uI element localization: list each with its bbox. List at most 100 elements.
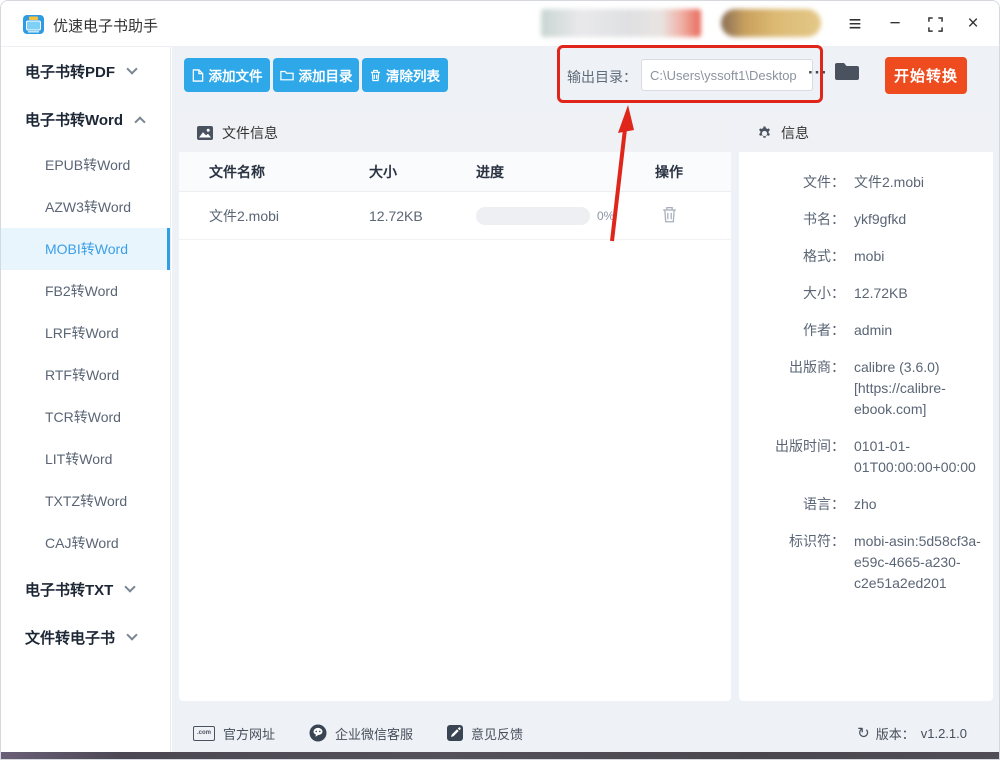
output-dir-label: 输出目录： xyxy=(567,67,637,87)
add-file-label: 添加文件 xyxy=(209,65,263,85)
sidebar-item-label: LIT转Word xyxy=(45,449,112,469)
info-row-size: 大小： 12.72KB xyxy=(739,283,983,304)
version-label: 版本： xyxy=(876,724,915,743)
info-label: 文件： xyxy=(739,172,845,193)
info-panel-title: 信息 xyxy=(781,123,809,143)
column-size: 大小 xyxy=(369,162,469,182)
file-panel-title: 文件信息 xyxy=(222,123,278,143)
info-row-publish-time: 出版时间： 0101-01-01T00:00:00+00:00 xyxy=(739,436,983,478)
output-dir-input[interactable] xyxy=(641,59,813,91)
sidebar-item-label: CAJ转Word xyxy=(45,533,119,553)
info-value: 12.72KB xyxy=(854,283,983,304)
delete-file-button[interactable] xyxy=(660,204,679,228)
column-actions: 操作 xyxy=(629,162,709,182)
file-icon xyxy=(192,69,204,82)
info-row-format: 格式： mobi xyxy=(739,246,983,267)
sidebar-item-lrf-to-word[interactable]: LRF转Word xyxy=(1,312,170,354)
info-label: 出版商： xyxy=(739,357,845,420)
chevron-down-icon xyxy=(126,63,137,74)
app-logo-icon xyxy=(23,14,44,35)
actions-cell xyxy=(629,204,709,228)
info-row-file: 文件： 文件2.mobi xyxy=(739,172,983,193)
minimize-icon[interactable]: − xyxy=(882,1,908,47)
clear-list-button[interactable]: 清除列表 xyxy=(362,58,448,92)
blurred-vip-button[interactable] xyxy=(721,9,821,37)
sidebar-item-label: AZW3转Word xyxy=(45,197,131,217)
folder-icon xyxy=(280,69,294,81)
sidebar-group-label: 电子书转TXT xyxy=(25,579,113,600)
info-row-book-name: 书名： ykf9gfkd xyxy=(739,209,983,230)
progress-cell: 0% xyxy=(469,207,629,225)
sidebar-item-caj-to-word[interactable]: CAJ转Word xyxy=(1,522,170,564)
column-file-name: 文件名称 xyxy=(179,162,369,182)
check-update-icon[interactable]: ↻ xyxy=(857,724,870,742)
sidebar-item-label: MOBI转Word xyxy=(45,239,128,259)
sidebar-item-label: LRF转Word xyxy=(45,323,119,343)
more-options-dots[interactable]: ··· xyxy=(803,63,833,83)
table-header: 文件名称 大小 进度 操作 xyxy=(179,152,731,192)
feedback-pencil-icon xyxy=(447,725,463,741)
chevron-down-icon xyxy=(125,581,136,592)
file-name-cell: 文件2.mobi xyxy=(179,206,369,226)
info-panel-header: 信息 xyxy=(739,114,993,152)
sidebar-item-rtf-to-word[interactable]: RTF转Word xyxy=(1,354,170,396)
sidebar-group-ebook-to-word[interactable]: 电子书转Word xyxy=(1,98,170,140)
sidebar-group-label: 电子书转PDF xyxy=(25,61,115,82)
column-progress: 进度 xyxy=(469,162,629,182)
trash-icon xyxy=(370,69,381,82)
start-convert-button[interactable]: 开始转换 xyxy=(885,57,967,94)
close-icon[interactable]: × xyxy=(960,1,986,47)
chat-support-icon xyxy=(309,724,327,742)
trash-icon xyxy=(662,206,677,223)
sidebar-item-mobi-to-word[interactable]: MOBI转Word xyxy=(1,228,170,270)
sidebar-item-label: TCR转Word xyxy=(45,407,121,427)
app-window: 优速电子书助手 ≡ − × 电子书转PDF 电子书转Word EPUB转Word… xyxy=(0,0,1000,760)
blurred-promo-banner[interactable] xyxy=(541,9,701,37)
info-value: 文件2.mobi xyxy=(854,172,983,193)
official-website-link[interactable]: .com 官方网址 xyxy=(193,724,275,743)
browse-folder-button[interactable] xyxy=(833,61,861,85)
sidebar-item-txtz-to-word[interactable]: TXTZ转Word xyxy=(1,480,170,522)
sidebar-item-azw3-to-word[interactable]: AZW3转Word xyxy=(1,186,170,228)
feedback-link[interactable]: 意见反馈 xyxy=(447,724,523,743)
info-value: ykf9gfkd xyxy=(854,209,983,230)
chevron-up-icon xyxy=(134,116,145,127)
file-panel-header: 文件信息 xyxy=(179,114,731,152)
add-file-button[interactable]: 添加文件 xyxy=(184,58,270,92)
chevron-down-icon xyxy=(126,629,137,640)
gear-icon xyxy=(757,126,772,141)
add-folder-label: 添加目录 xyxy=(299,65,353,85)
info-label: 标识符： xyxy=(739,531,845,594)
version-value: v1.2.1.0 xyxy=(921,726,967,741)
progress-text: 0% xyxy=(597,209,614,223)
wechat-support-link[interactable]: 企业微信客服 xyxy=(309,724,413,743)
table-row: 文件2.mobi 12.72KB 0% xyxy=(179,192,731,240)
add-folder-button[interactable]: 添加目录 xyxy=(273,58,359,92)
sidebar-group-ebook-to-pdf[interactable]: 电子书转PDF xyxy=(1,50,170,92)
sidebar-group-label: 电子书转Word xyxy=(25,109,123,130)
sidebar-item-label: EPUB转Word xyxy=(45,155,130,175)
sidebar-item-label: TXTZ转Word xyxy=(45,491,127,511)
sidebar-item-tcr-to-word[interactable]: TCR转Word xyxy=(1,396,170,438)
official-website-label: 官方网址 xyxy=(223,724,275,743)
sidebar-item-epub-to-word[interactable]: EPUB转Word xyxy=(1,144,170,186)
wechat-support-label: 企业微信客服 xyxy=(335,724,413,743)
sidebar-item-lit-to-word[interactable]: LIT转Word xyxy=(1,438,170,480)
info-panel: 信息 文件： 文件2.mobi 书名： ykf9gfkd 格式： mobi 大小… xyxy=(739,114,993,701)
folder-icon xyxy=(834,61,860,82)
info-rows: 文件： 文件2.mobi 书名： ykf9gfkd 格式： mobi 大小： 1… xyxy=(739,152,993,594)
version-info: ↻ 版本： v1.2.1.0 xyxy=(857,714,967,752)
info-value: calibre (3.6.0) [https://calibre-ebook.c… xyxy=(854,357,983,420)
com-website-icon: .com xyxy=(193,726,215,741)
maximize-icon[interactable] xyxy=(922,1,948,47)
app-title: 优速电子书助手 xyxy=(53,15,158,36)
info-row-publisher: 出版商： calibre (3.6.0) [https://calibre-eb… xyxy=(739,357,983,420)
file-size-cell: 12.72KB xyxy=(369,208,469,224)
sidebar-item-fb2-to-word[interactable]: FB2转Word xyxy=(1,270,170,312)
info-label: 大小： xyxy=(739,283,845,304)
sidebar: 电子书转PDF 电子书转Word EPUB转Word AZW3转Word MOB… xyxy=(1,47,171,752)
desktop-edge-strip xyxy=(1,752,1000,760)
sidebar-group-ebook-to-txt[interactable]: 电子书转TXT xyxy=(1,568,170,610)
sidebar-group-file-to-ebook[interactable]: 文件转电子书 xyxy=(1,616,170,658)
menu-icon[interactable]: ≡ xyxy=(842,1,868,47)
